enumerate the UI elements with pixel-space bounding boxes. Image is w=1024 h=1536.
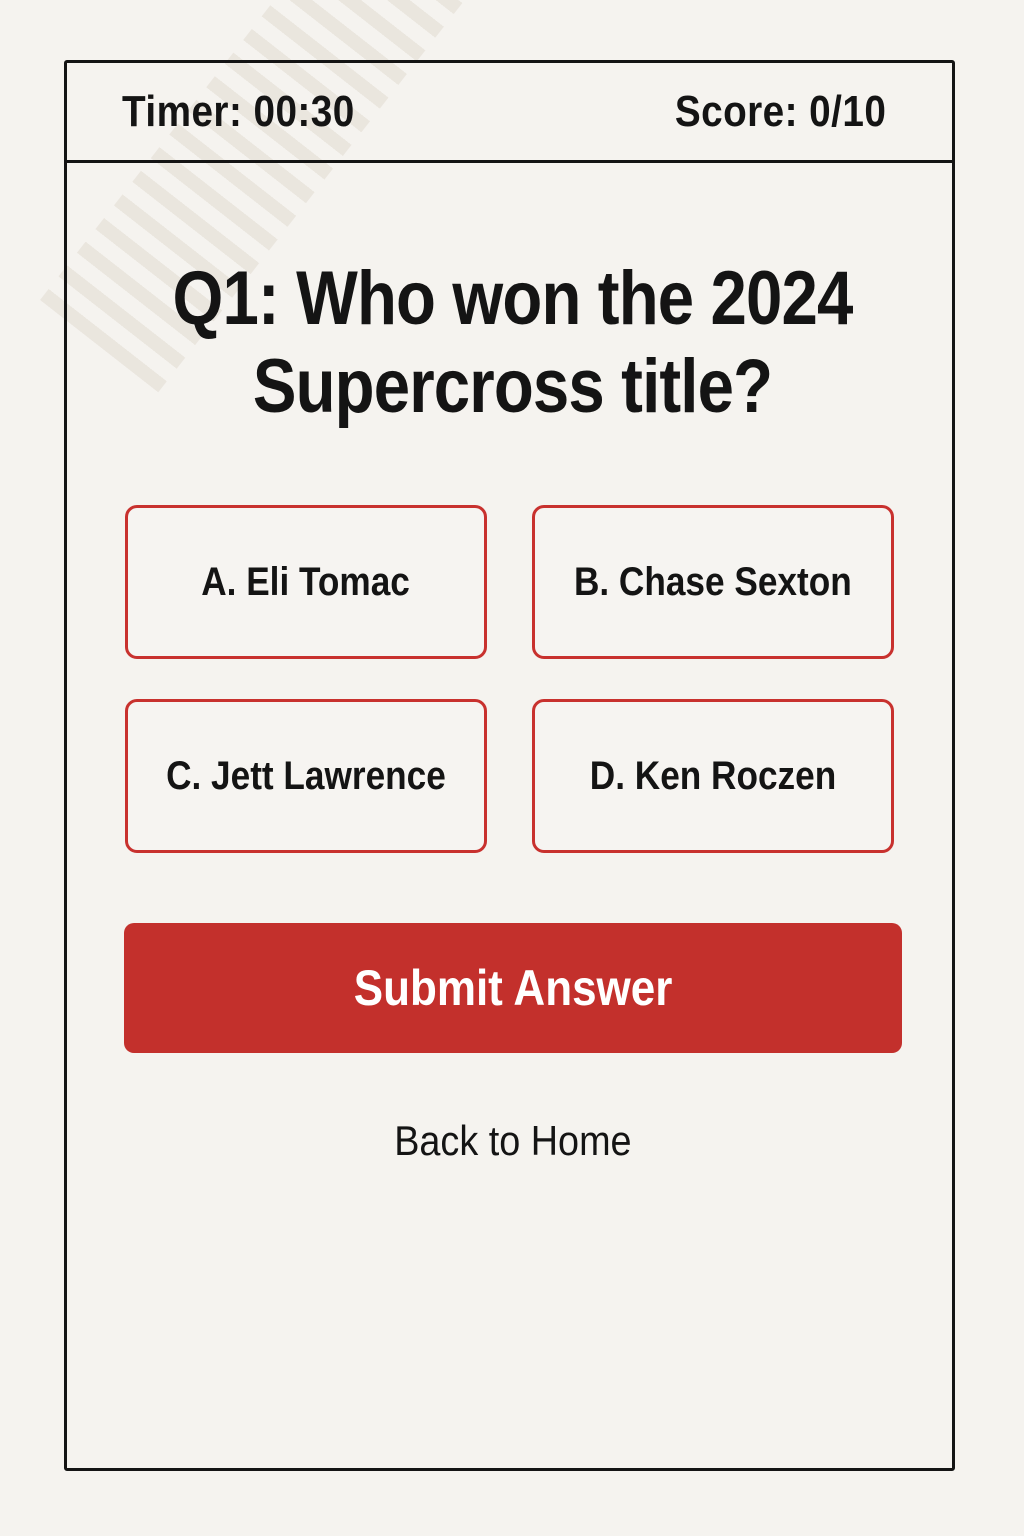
answer-option-b-label: B. Chase Sexton [574, 559, 852, 604]
back-to-home-label: Back to Home [393, 1117, 632, 1164]
answer-option-a[interactable]: A. Eli Tomac [125, 505, 487, 659]
answer-option-c-label: C. Jett Lawrence [166, 753, 446, 798]
question-text: Q1: Who won the 2024 Supercross title? [129, 255, 895, 431]
answer-option-d[interactable]: D. Ken Roczen [532, 699, 894, 853]
answer-option-d-label: D. Ken Roczen [589, 753, 837, 798]
score-display: Score: 0/10 [674, 87, 886, 136]
answer-option-a-label: A. Eli Tomac [201, 559, 411, 604]
question-line-1: Q1: Who won the 2024 [172, 256, 853, 341]
quiz-header: Timer: 00:30 Score: 0/10 [67, 63, 952, 163]
question-line-2: Supercross title? [252, 344, 773, 429]
answer-option-b[interactable]: B. Chase Sexton [532, 505, 894, 659]
submit-answer-button[interactable]: Submit Answer [124, 923, 902, 1053]
quiz-card: Timer: 00:30 Score: 0/10 Q1: Who won the… [64, 60, 955, 1471]
timer-display: Timer: 00:30 [122, 87, 355, 136]
back-to-home-link[interactable]: Back to Home [67, 1117, 958, 1165]
submit-answer-label: Submit Answer [353, 960, 673, 1016]
answer-option-c[interactable]: C. Jett Lawrence [125, 699, 487, 853]
